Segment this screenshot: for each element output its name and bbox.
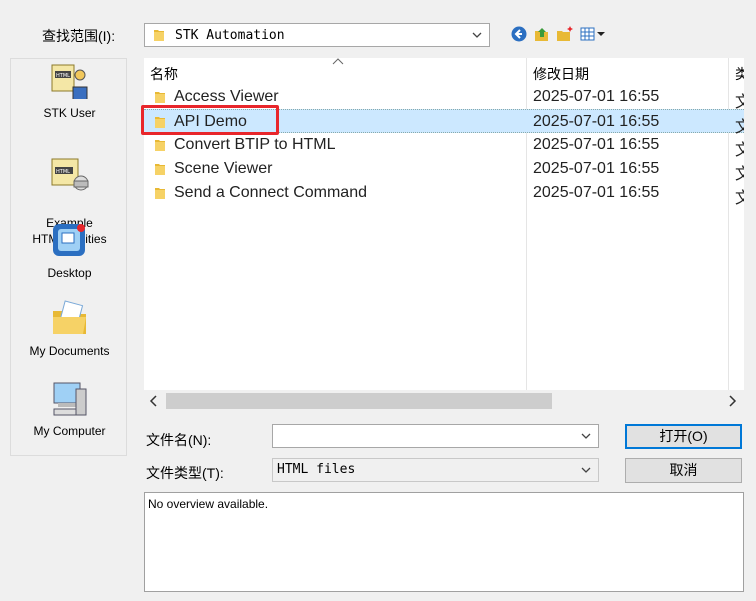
place-label: My Documents: [29, 344, 110, 358]
scroll-left-icon[interactable]: [148, 394, 160, 408]
folder-icon: [155, 164, 165, 175]
svg-text:HTML: HTML: [56, 169, 70, 175]
my-computer-icon: [53, 382, 86, 416]
look-in-value: STK Automation: [175, 28, 285, 43]
view-menu-icon[interactable]: [580, 25, 610, 45]
sort-ascending-icon: [332, 58, 344, 65]
up-folder-icon[interactable]: [533, 25, 553, 45]
places-bar: HTML STK User HTML Example HTML Utilitie…: [10, 58, 127, 456]
overview-panel: No overview available.: [144, 492, 744, 592]
list-item[interactable]: Send a Connect Command 2025-07-01 16:55 …: [144, 181, 744, 207]
list-item[interactable]: Convert BTIP to HTML 2025-07-01 16:55 文: [144, 133, 744, 159]
highlight-box: [141, 105, 279, 135]
open-button[interactable]: 打开(O): [625, 424, 742, 449]
folder-icon: [155, 92, 165, 103]
chevron-down-icon[interactable]: [580, 430, 592, 442]
column-header-name[interactable]: 名称: [150, 64, 178, 84]
scroll-right-icon[interactable]: [726, 394, 738, 408]
place-my-computer[interactable]: My Computer: [11, 379, 128, 439]
scrollbar-thumb[interactable]: [166, 393, 552, 409]
place-desktop[interactable]: Desktop: [11, 221, 128, 281]
cancel-button[interactable]: 取消: [625, 458, 742, 483]
look-in-label: 查找范围(I):: [42, 28, 116, 44]
my-documents-icon: [52, 300, 86, 334]
html-utilities-icon: HTML: [51, 158, 88, 191]
place-label: My Computer: [33, 424, 106, 438]
html-user-icon: HTML: [51, 64, 87, 99]
folder-icon: [153, 28, 165, 45]
filename-input[interactable]: [272, 424, 599, 448]
place-label: STK User: [43, 106, 96, 120]
column-header-type[interactable]: 类: [735, 64, 744, 84]
place-my-documents[interactable]: My Documents: [11, 299, 128, 359]
new-folder-icon[interactable]: [556, 25, 576, 45]
folder-icon: [155, 188, 165, 199]
chevron-down-icon[interactable]: [580, 464, 592, 476]
filetype-select[interactable]: HTML files: [272, 458, 599, 482]
filetype-label: 文件类型(T):: [146, 465, 224, 481]
column-header-date[interactable]: 修改日期: [533, 64, 589, 84]
list-item[interactable]: Scene Viewer 2025-07-01 16:55 文: [144, 157, 744, 183]
horizontal-scrollbar[interactable]: [144, 390, 744, 412]
desktop-icon: [52, 224, 85, 256]
svg-text:HTML: HTML: [56, 73, 70, 79]
place-label: Desktop: [47, 266, 92, 280]
place-stk-user[interactable]: HTML STK User: [11, 61, 128, 121]
chevron-down-icon[interactable]: [471, 29, 483, 41]
back-arrow-icon[interactable]: [510, 25, 530, 45]
overview-text: No overview available.: [148, 497, 269, 511]
folder-icon: [155, 140, 165, 151]
look-in-combobox[interactable]: STK Automation: [144, 23, 490, 47]
filename-label: 文件名(N):: [146, 432, 212, 448]
